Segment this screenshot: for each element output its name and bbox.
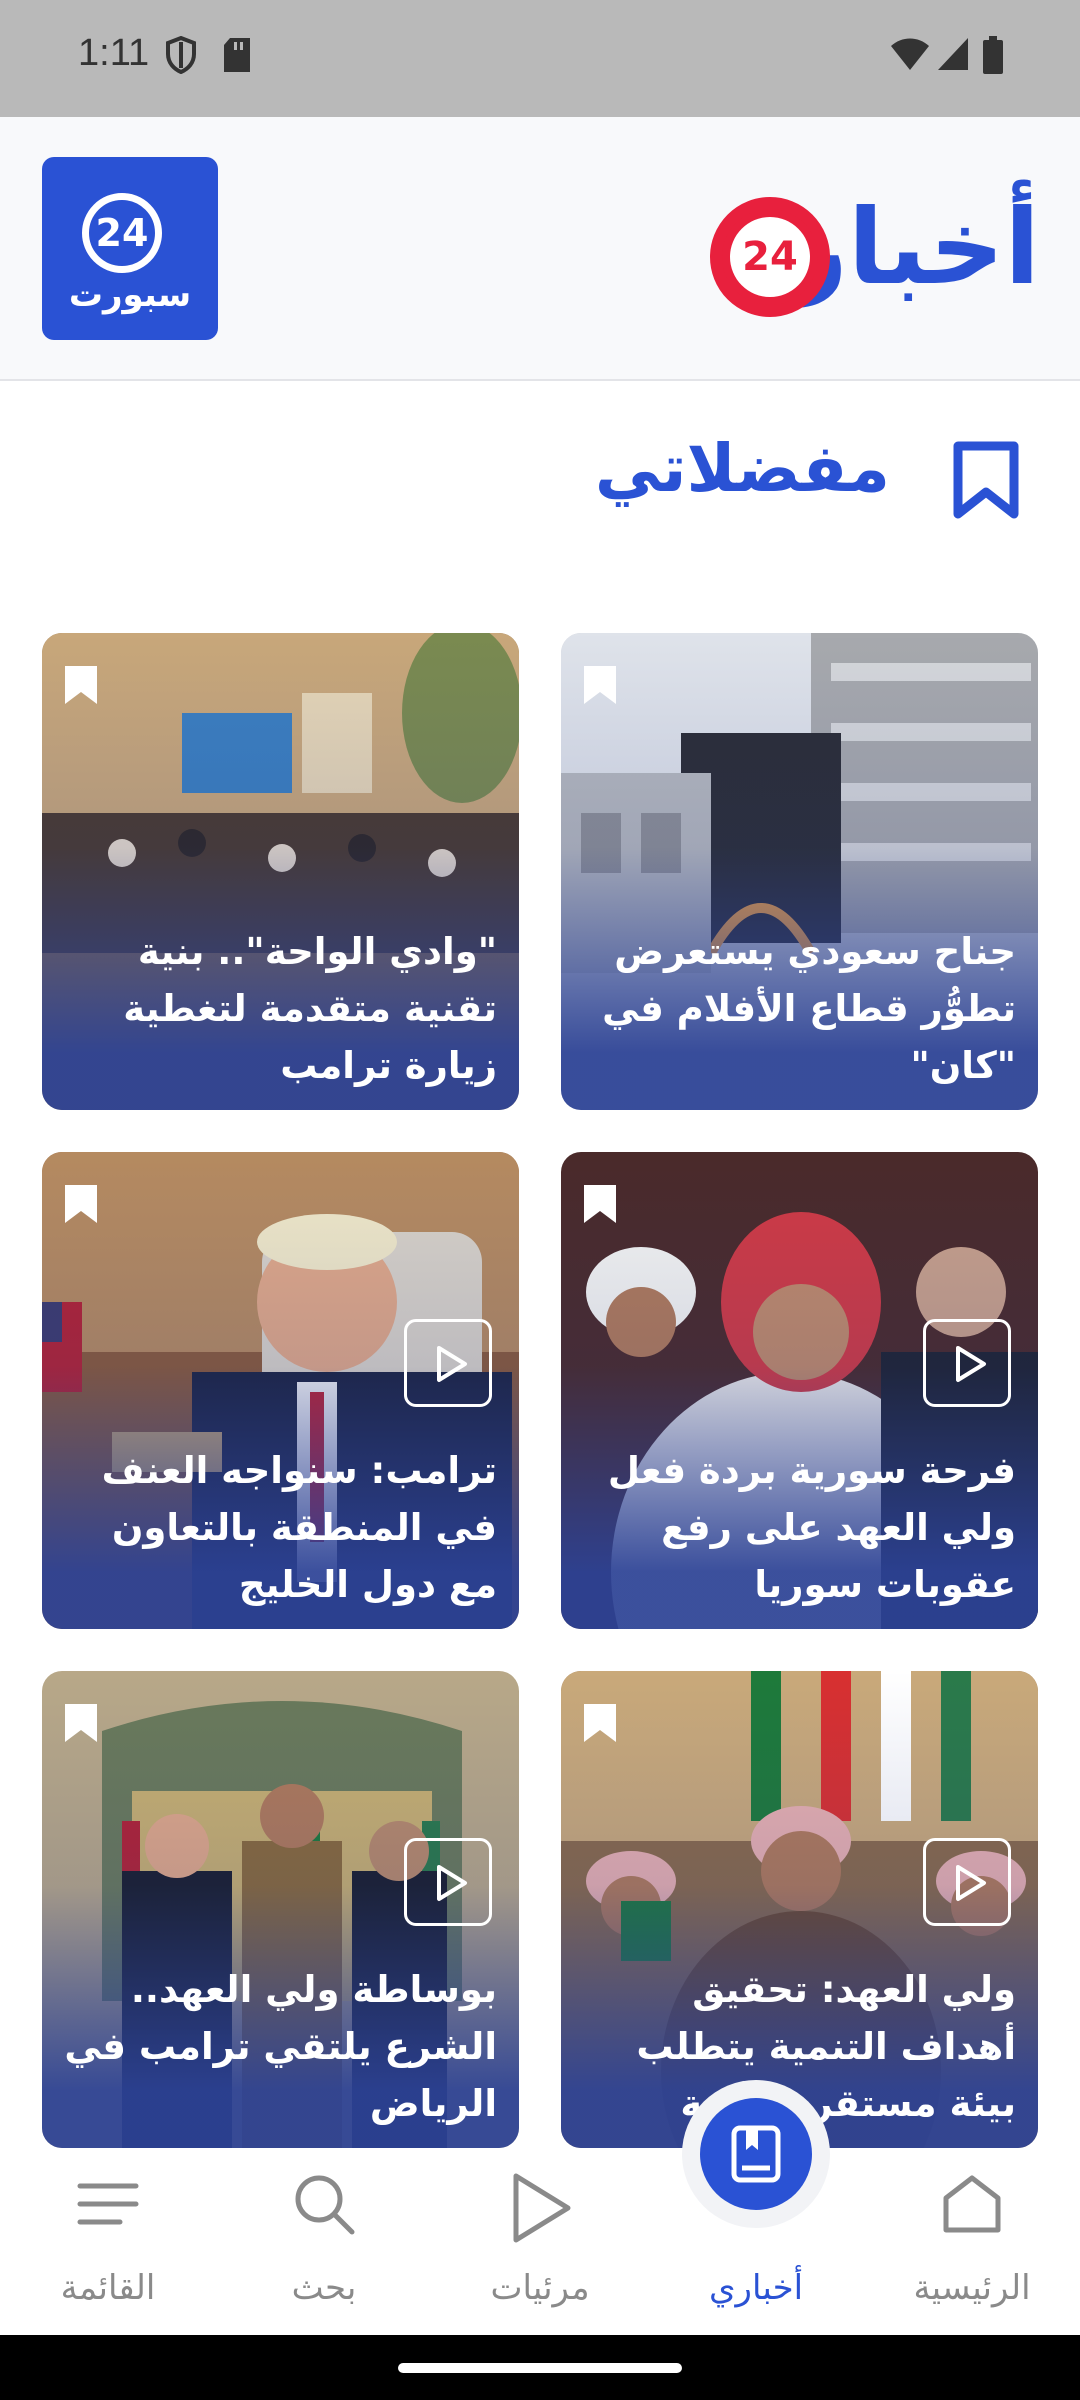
status-time: 1:11 <box>78 32 150 74</box>
bookmark-filled-icon[interactable] <box>581 1182 619 1226</box>
bookmark-filled-icon[interactable] <box>62 663 100 707</box>
signal-icon <box>938 38 968 70</box>
nav-label: القائمة <box>60 2268 156 2308</box>
video-play-badge[interactable] <box>404 1319 492 1407</box>
battery-icon <box>983 36 1003 74</box>
akhbar-24-logo[interactable]: أخبار 24 <box>710 172 1040 322</box>
news-card[interactable]: فرحة سورية بردة فعل ولي العهد على رفع عق… <box>561 1152 1038 1629</box>
play-icon <box>437 1865 467 1901</box>
card-headline: فرحة سورية بردة فعل ولي العهد على رفع عق… <box>607 1449 1016 1606</box>
play-icon <box>956 1346 986 1382</box>
nav-item-menu[interactable]: القائمة <box>0 2150 216 2335</box>
video-play-badge[interactable] <box>404 1838 492 1926</box>
video-play-badge[interactable] <box>923 1319 1011 1407</box>
news-card[interactable]: جناح سعودي يستعرض تطوُّر قطاع الأفلام في… <box>561 633 1038 1110</box>
nav-label: مرئيات <box>490 2268 590 2308</box>
news-card[interactable]: "وادي الواحة".. بنية تقنية متقدمة لتغطية… <box>42 633 519 1110</box>
menu-icon <box>77 2183 139 2225</box>
status-bar: 1:11 <box>0 0 1080 117</box>
bookmark-icon <box>953 441 1019 519</box>
nav-item-my-news[interactable]: أخباري <box>648 2098 864 2335</box>
nav-item-videos[interactable]: مرئيات <box>432 2150 648 2335</box>
page-title: مفضلاتي <box>594 430 890 507</box>
video-play-badge[interactable] <box>923 1838 1011 1926</box>
my-news-fab[interactable] <box>700 2098 812 2210</box>
nav-item-search[interactable]: بحث <box>216 2150 432 2335</box>
news-card[interactable]: بوساطة ولي العهد.. الشرع يلتقي ترامب في … <box>42 1671 519 2148</box>
sport-logo-text: سبورت <box>68 275 192 315</box>
gesture-handle[interactable] <box>398 2363 682 2373</box>
bottom-nav: القائمة بحث مرئيات أخباري الرئيسية <box>0 2098 1080 2335</box>
brand-logo-number: 24 <box>730 217 810 297</box>
nav-item-home[interactable]: الرئيسية <box>864 2150 1080 2335</box>
sd-card-icon <box>224 38 250 72</box>
nav-label: أخباري <box>708 2268 804 2308</box>
play-icon <box>437 1346 467 1382</box>
news-card[interactable]: ترامب: سنواجه العنف في المنطقة بالتعاون … <box>42 1152 519 1629</box>
bookmark-filled-icon[interactable] <box>62 1701 100 1745</box>
sport-24-logo[interactable]: 24 سبورت <box>42 157 218 340</box>
card-headline: ولي العهد: تحقيق أهداف التنمية يتطلب بيئ… <box>636 1968 1016 2125</box>
nav-label: الرئيسية <box>913 2268 1031 2308</box>
bookmark-book-icon <box>731 2125 781 2183</box>
card-headline: جناح سعودي يستعرض تطوُّر قطاع الأفلام في… <box>602 930 1016 1087</box>
bookmark-filled-icon[interactable] <box>62 1182 100 1226</box>
wifi-icon <box>891 38 929 70</box>
brand-logo-badge: 24 <box>710 197 830 317</box>
play-icon <box>956 1865 986 1901</box>
card-headline: بوساطة ولي العهد.. الشرع يلتقي ترامب في … <box>64 1968 497 2125</box>
card-headline: "وادي الواحة".. بنية تقنية متقدمة لتغطية… <box>123 930 497 1087</box>
app-header: 24 سبورت أخبار 24 <box>0 117 1080 381</box>
bookmark-filled-icon[interactable] <box>581 663 619 707</box>
gesture-bar <box>0 2335 1080 2400</box>
shield-icon <box>166 36 196 74</box>
home-icon <box>943 2175 1001 2233</box>
nav-label: بحث <box>291 2268 357 2308</box>
play-icon <box>513 2173 571 2243</box>
sport-logo-number: 24 <box>82 193 162 273</box>
search-icon <box>295 2175 355 2235</box>
bookmark-filled-icon[interactable] <box>581 1701 619 1745</box>
news-card[interactable]: ولي العهد: تحقيق أهداف التنمية يتطلب بيئ… <box>561 1671 1038 2148</box>
card-headline: ترامب: سنواجه العنف في المنطقة بالتعاون … <box>101 1449 497 1606</box>
